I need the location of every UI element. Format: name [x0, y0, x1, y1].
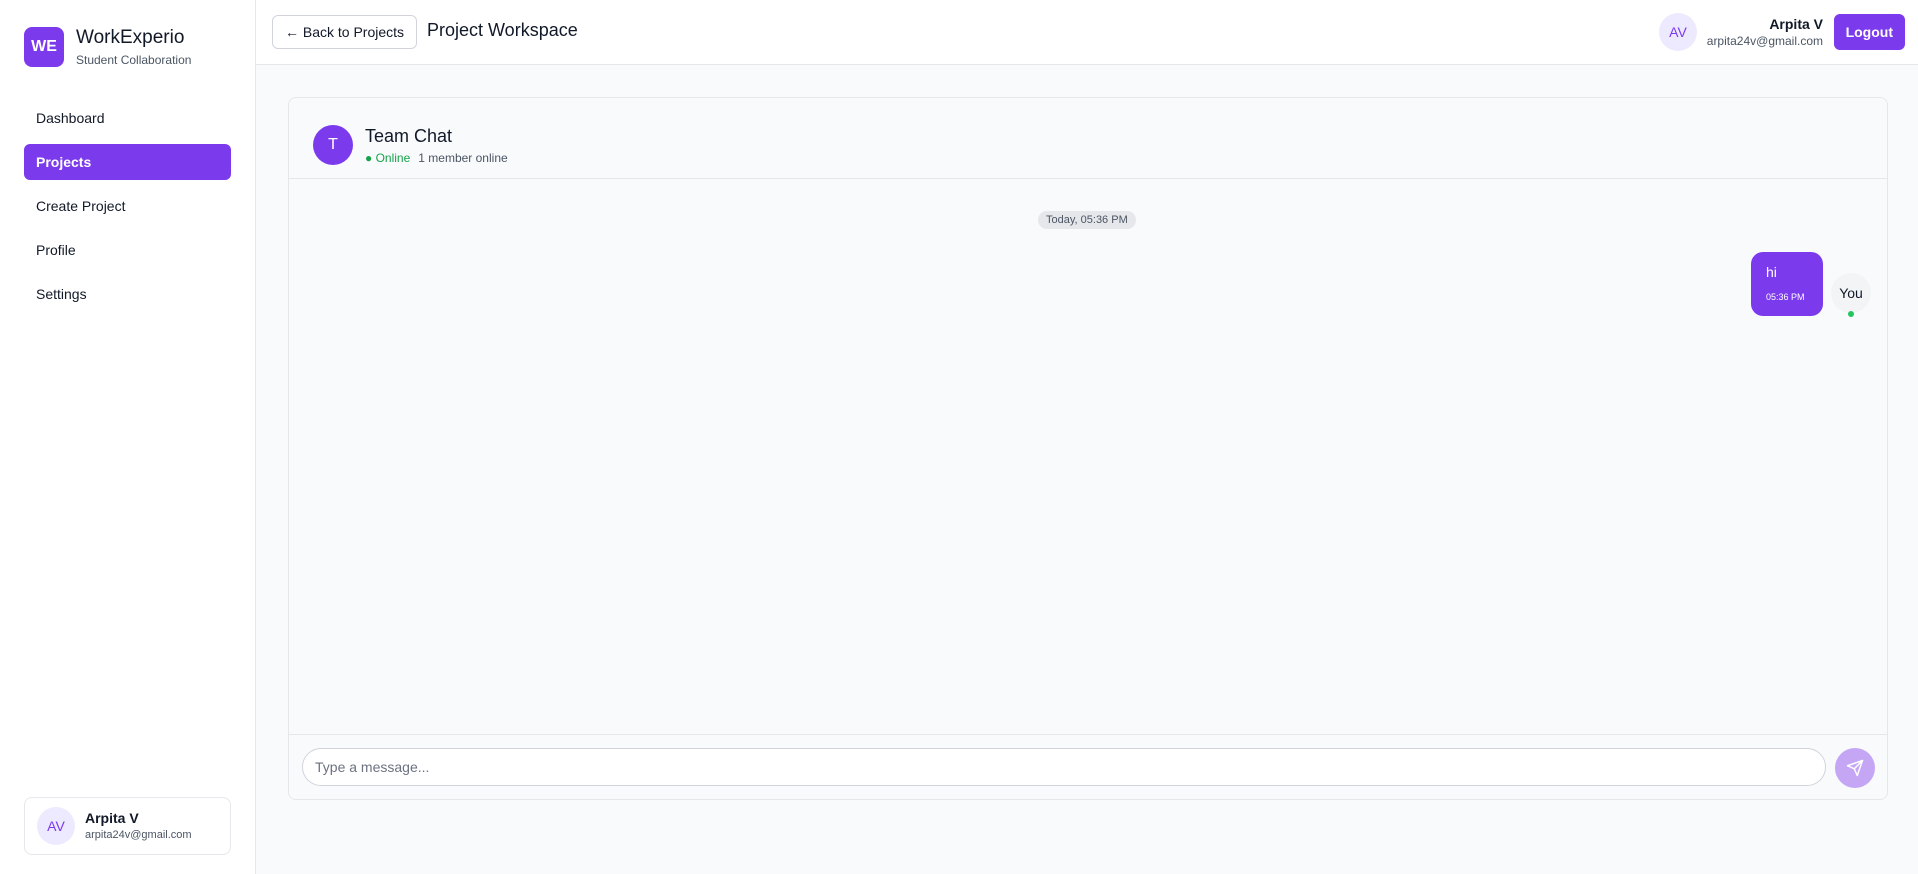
- brand-logo: WE: [24, 27, 64, 67]
- back-to-projects-button[interactable]: ← Back to Projects: [272, 15, 418, 49]
- chat-title: Team Chat: [365, 126, 453, 146]
- brand-name: WorkExperio: [76, 27, 185, 48]
- user-name: Arpita V: [85, 810, 139, 826]
- header-user-name: Arpita V: [1769, 16, 1823, 32]
- brand-tagline: Student Collaboration: [76, 53, 192, 67]
- message-text: hi: [1766, 264, 1777, 280]
- top-header: ← Back to Projects Project Workspace AV …: [256, 0, 1918, 65]
- brand[interactable]: WE WorkExperio Student Collaboration: [24, 26, 191, 68]
- sidebar-nav: Dashboard Projects Create Project Profil…: [24, 100, 231, 320]
- send-button[interactable]: [1835, 748, 1875, 788]
- members-online: 1 member online: [418, 151, 508, 165]
- sidebar-user-card[interactable]: AV Arpita V arpita24v@gmail.com: [24, 797, 231, 855]
- user-email: arpita24v@gmail.com: [85, 829, 192, 841]
- message-bubble[interactable]: hi 05:36 PM: [1751, 252, 1823, 316]
- send-icon: [1846, 759, 1864, 777]
- chat-composer: [289, 734, 1887, 799]
- avatar: AV: [37, 807, 75, 845]
- date-divider: Today, 05:36 PM: [1038, 211, 1136, 229]
- brand-text: WorkExperio Student Collaboration: [76, 26, 191, 68]
- online-status: ● Online: [365, 151, 411, 165]
- chat-avatar: T: [313, 125, 353, 165]
- sidebar-item-create-project[interactable]: Create Project: [24, 188, 231, 224]
- message-input[interactable]: [302, 748, 1826, 786]
- header-user-email: arpita24v@gmail.com: [1706, 34, 1823, 48]
- sender-avatar: You: [1831, 273, 1871, 313]
- team-chat-panel: T Team Chat ● Online 1 member online Tod…: [288, 97, 1888, 800]
- header-user-info: Arpita V arpita24v@gmail.com: [1707, 16, 1823, 49]
- sidebar-item-profile[interactable]: Profile: [24, 232, 231, 268]
- online-dot: [1848, 311, 1854, 317]
- page-title: Project Workspace: [427, 20, 578, 40]
- message-time: 05:36 PM: [1766, 292, 1805, 302]
- chat-header: T Team Chat ● Online 1 member online: [289, 98, 1887, 179]
- logout-button[interactable]: Logout: [1833, 14, 1905, 50]
- header-avatar[interactable]: AV: [1659, 13, 1697, 51]
- user-card-text: Arpita V arpita24v@gmail.com: [85, 809, 192, 843]
- chat-messages[interactable]: Today, 05:36 PM hi 05:36 PM You: [289, 179, 1887, 734]
- sidebar: WE WorkExperio Student Collaboration Das…: [0, 0, 256, 874]
- sidebar-item-projects[interactable]: Projects: [24, 144, 231, 180]
- chat-status: ● Online 1 member online: [365, 151, 508, 165]
- sidebar-item-dashboard[interactable]: Dashboard: [24, 100, 231, 136]
- sidebar-item-settings[interactable]: Settings: [24, 276, 231, 312]
